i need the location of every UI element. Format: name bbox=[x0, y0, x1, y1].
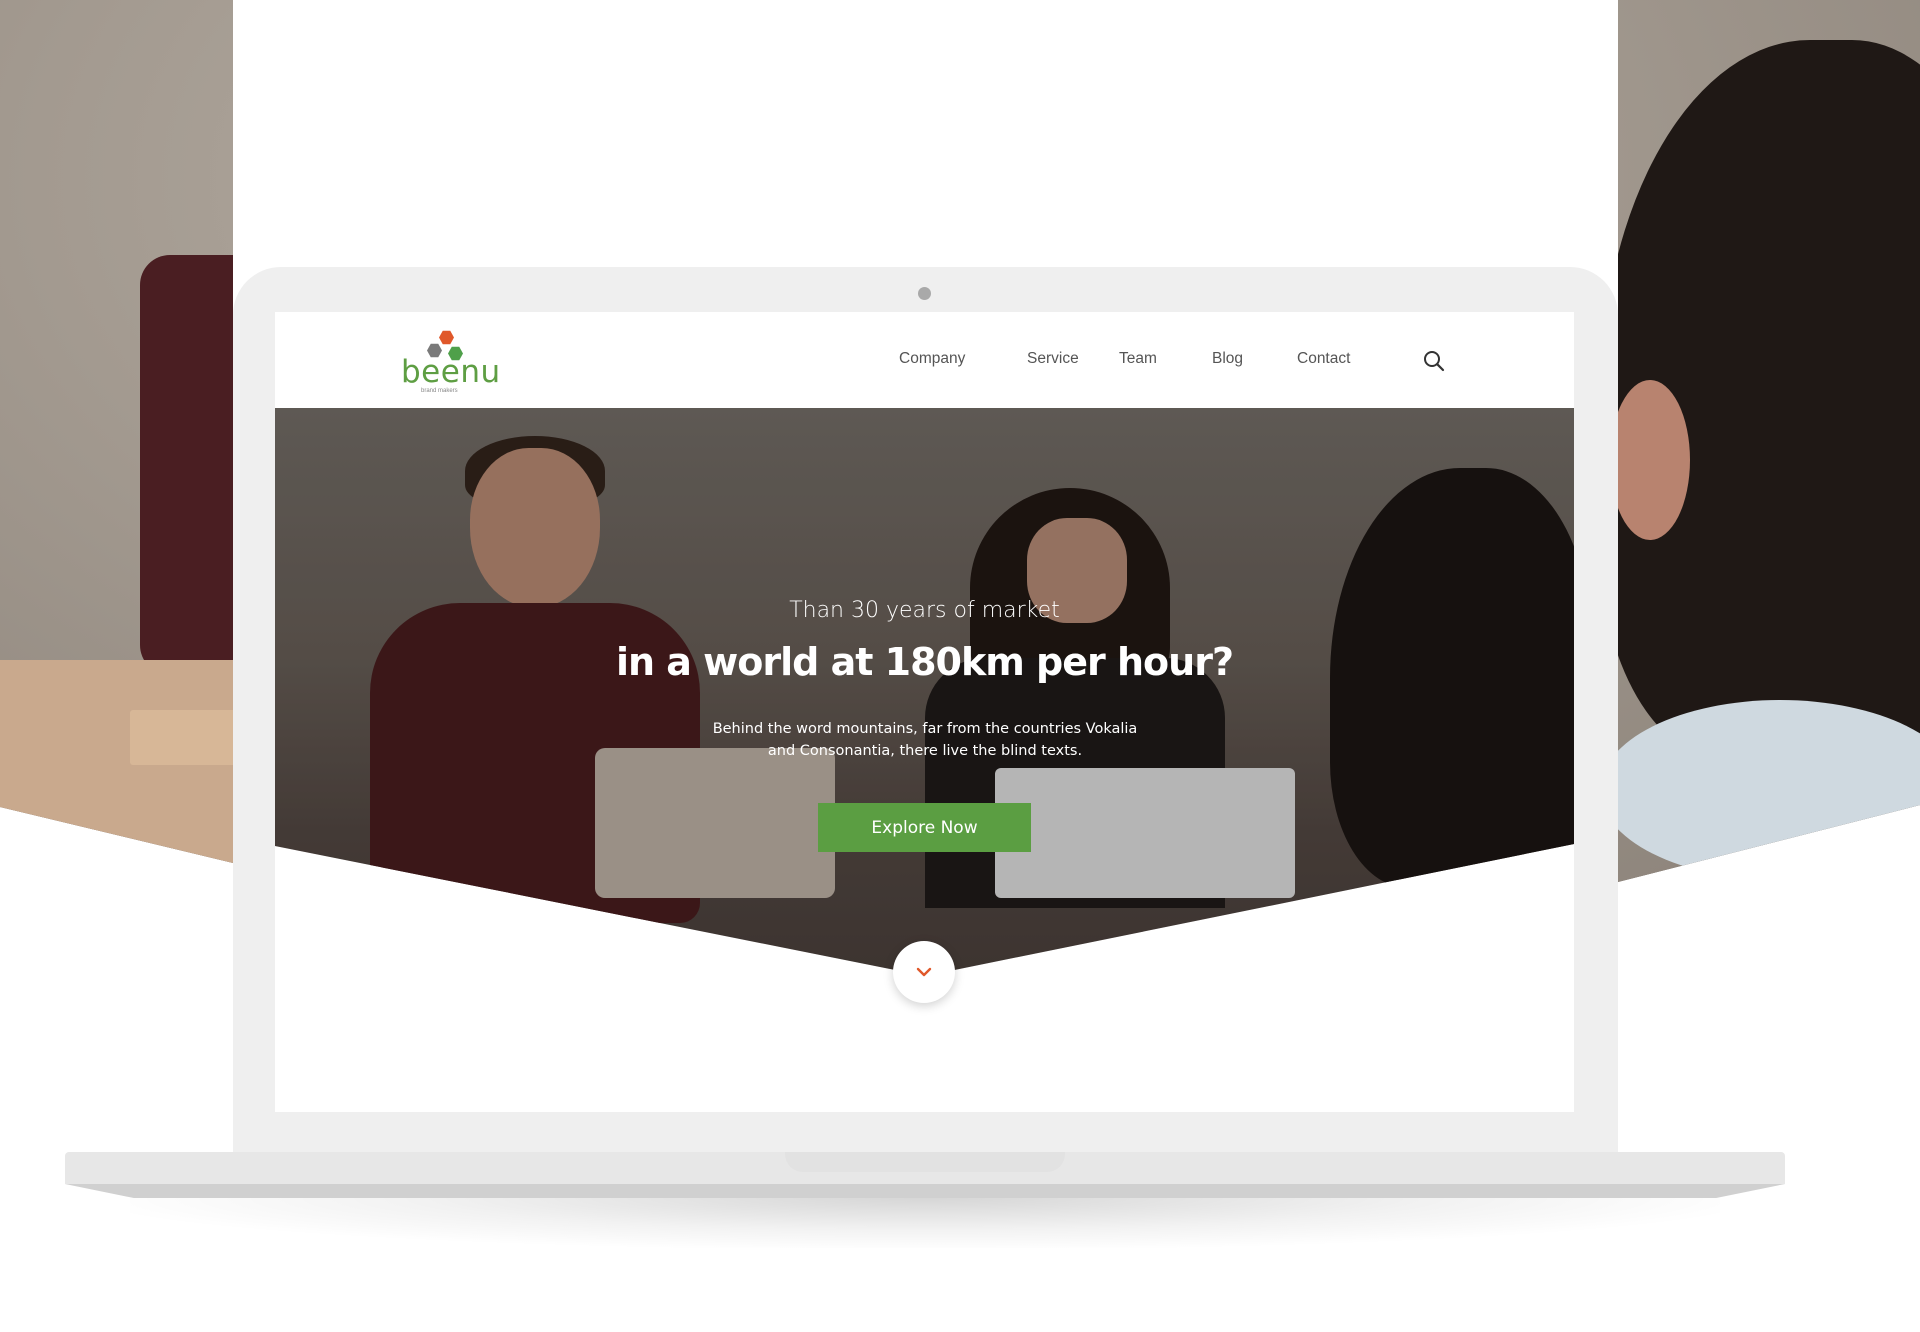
brand-logo[interactable]: beenu brand makers bbox=[401, 330, 501, 394]
background-notebook bbox=[130, 710, 240, 765]
laptop-shadow bbox=[130, 1198, 1720, 1248]
laptop-camera bbox=[918, 287, 931, 300]
laptop-screen: beenu brand makers Company Service Team … bbox=[275, 312, 1574, 1112]
background-person bbox=[290, 5, 500, 100]
hero-subtitle: Than 30 years of market bbox=[789, 598, 1060, 623]
background-table bbox=[0, 660, 260, 882]
background-person bbox=[1085, 130, 1235, 270]
background-person bbox=[300, 20, 490, 250]
nav-item-service[interactable]: Service bbox=[1027, 350, 1079, 368]
background-person bbox=[985, 80, 1285, 280]
brand-name: beenu bbox=[401, 354, 501, 390]
hero-section: Than 30 years of market in a world at 18… bbox=[275, 408, 1574, 1112]
explore-now-button[interactable]: Explore Now bbox=[818, 803, 1031, 852]
chevron-down-icon bbox=[916, 967, 932, 977]
nav-item-blog[interactable]: Blog bbox=[1212, 350, 1243, 368]
hero-description-line: and Consonantia, there live the blind te… bbox=[767, 743, 1083, 759]
hero-description-line: Behind the word mountains, far from the … bbox=[712, 721, 1138, 737]
scroll-down-button[interactable] bbox=[893, 941, 955, 1003]
hero-description: Behind the word mountains, far from the … bbox=[695, 718, 1155, 762]
brand-tagline: brand makers bbox=[421, 388, 458, 394]
site-header: beenu brand makers Company Service Team … bbox=[275, 312, 1574, 408]
laptop-base-lip bbox=[65, 1184, 1785, 1198]
laptop-notch bbox=[785, 1152, 1065, 1172]
nav-item-company[interactable]: Company bbox=[899, 350, 965, 368]
nav-item-contact[interactable]: Contact bbox=[1297, 350, 1350, 368]
nav-item-team[interactable]: Team bbox=[1119, 350, 1157, 368]
hero-title: in a world at 180km per hour? bbox=[616, 640, 1234, 684]
logo-hexagon-orange bbox=[439, 330, 454, 345]
search-icon[interactable] bbox=[1422, 349, 1446, 373]
background-person bbox=[1610, 380, 1690, 540]
